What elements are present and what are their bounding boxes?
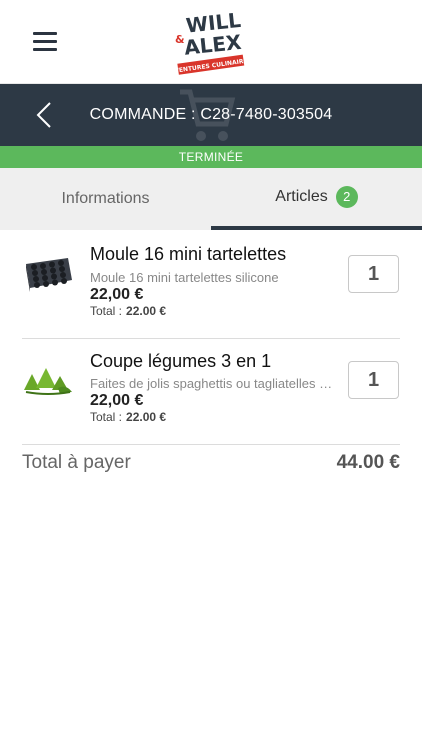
item-name: Coupe légumes 3 en 1: [90, 351, 272, 371]
item-total-label: Total :: [90, 304, 123, 318]
vegetable-cutter-image: [24, 368, 72, 395]
item-total-value: 22.00 €: [126, 304, 167, 318]
total-value: 44.00 €: [336, 452, 400, 473]
order-status-banner: TERMINÉE: [0, 146, 422, 168]
tab-articles[interactable]: Articles 2: [211, 168, 422, 230]
tab-informations-label: Informations: [61, 190, 150, 207]
item-description: Moule 16 mini tartelettes silicone: [90, 270, 279, 285]
tart-mold-image: [26, 258, 72, 292]
order-item[interactable]: Coupe légumes 3 en 1 Faites de jolis spa…: [0, 338, 422, 444]
svg-text:ALEX: ALEX: [183, 30, 243, 60]
item-divider: [22, 444, 400, 445]
tab-articles-label: Articles: [275, 188, 328, 205]
item-name: Moule 16 mini tartelettes: [90, 244, 287, 264]
quantity-box[interactable]: 1: [348, 255, 399, 293]
item-total-label: Total :: [90, 410, 123, 424]
item-price: 22,00 €: [90, 286, 144, 303]
articles-count-badge: 2: [335, 186, 358, 208]
quantity-box[interactable]: 1: [348, 361, 399, 399]
brand-logo[interactable]: WILL & ALEX AVENTURES CULINAIRES: [172, 10, 250, 76]
order-item[interactable]: Moule 16 mini tartelettes Moule 16 mini …: [0, 232, 422, 338]
item-total-value: 22.00 €: [126, 410, 167, 424]
tab-bar: Informations Articles 2: [0, 168, 422, 230]
total-label: Total à payer: [22, 452, 131, 473]
tab-informations[interactable]: Informations: [0, 168, 211, 230]
order-header: COMMANDE : C28-7480-303504: [0, 84, 422, 146]
menu-icon[interactable]: [33, 32, 57, 52]
item-description: Faites de jolis spaghettis ou tagliatell…: [90, 376, 336, 391]
item-price: 22,00 €: [90, 392, 144, 409]
item-total: Total :22.00 €: [90, 410, 166, 424]
order-number-title: COMMANDE : C28-7480-303504: [89, 106, 333, 123]
app-header: WILL & ALEX AVENTURES CULINAIRES: [0, 0, 422, 84]
item-total: Total :22.00 €: [90, 304, 166, 318]
order-total-row: Total à payer 44.00 €: [22, 452, 400, 480]
